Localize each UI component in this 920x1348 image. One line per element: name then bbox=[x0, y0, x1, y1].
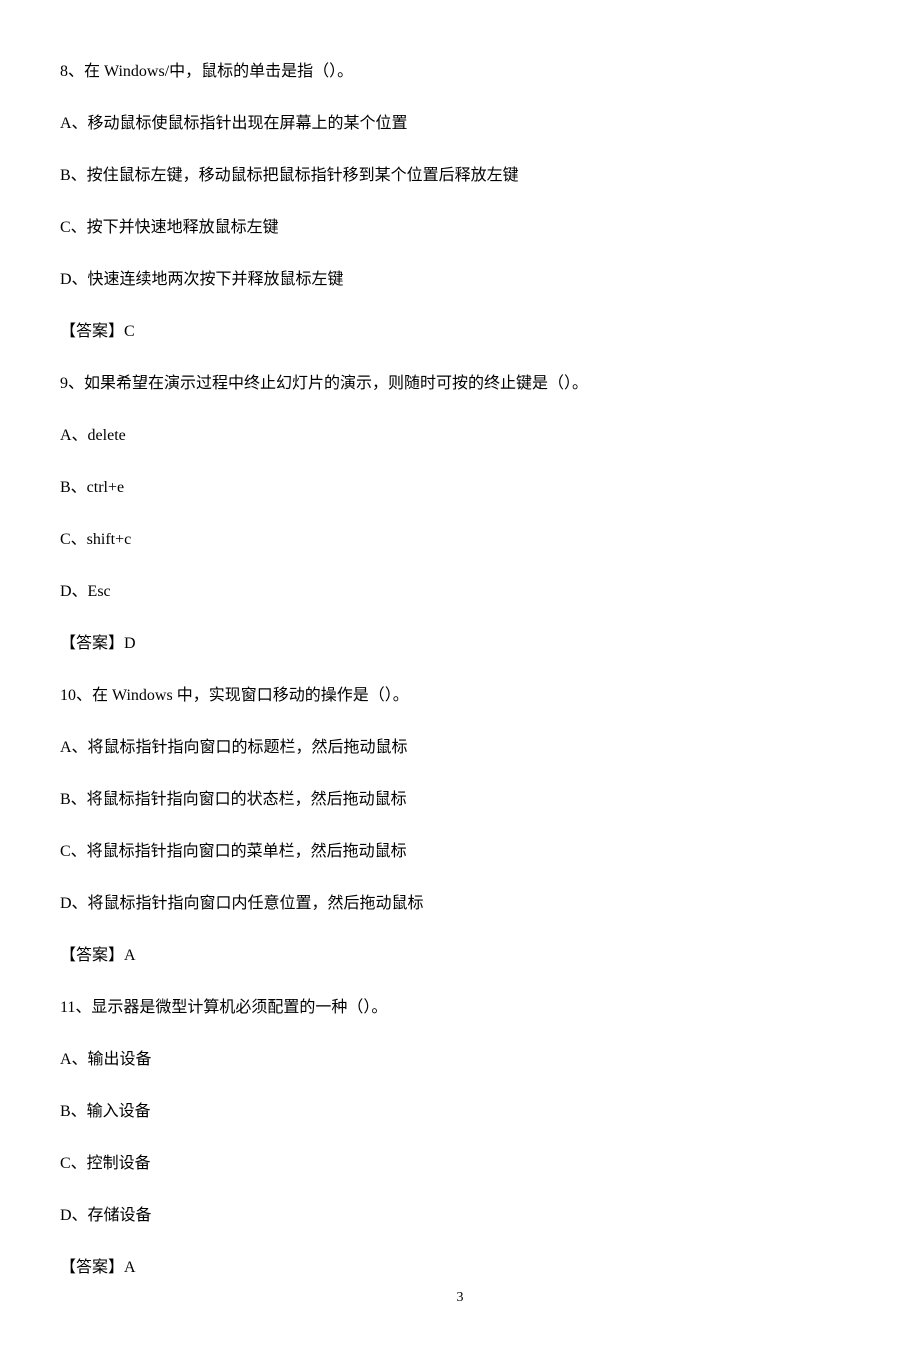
question-10-option-c: C、将鼠标指针指向窗口的菜单栏，然后拖动鼠标 bbox=[60, 840, 860, 864]
question-10-option-b: B、将鼠标指针指向窗口的状态栏，然后拖动鼠标 bbox=[60, 788, 860, 812]
question-8-option-c: C、按下并快速地释放鼠标左键 bbox=[60, 216, 860, 240]
question-11-option-a: A、输出设备 bbox=[60, 1048, 860, 1072]
question-11-option-b: B、输入设备 bbox=[60, 1100, 860, 1124]
question-8-option-b: B、按住鼠标左键，移动鼠标把鼠标指针移到某个位置后释放左键 bbox=[60, 164, 860, 188]
question-10-option-d: D、将鼠标指针指向窗口内任意位置，然后拖动鼠标 bbox=[60, 892, 860, 916]
question-11-option-c: C、控制设备 bbox=[60, 1152, 860, 1176]
question-9-option-a: A、delete bbox=[60, 424, 860, 448]
question-11-stem: 11、显示器是微型计算机必须配置的一种（）。 bbox=[60, 996, 860, 1020]
question-10-answer: 【答案】A bbox=[60, 944, 860, 968]
document-page: 8、在 Windows/中，鼠标的单击是指（）。 A、移动鼠标使鼠标指针出现在屏… bbox=[0, 0, 920, 1348]
question-9-answer: 【答案】D bbox=[60, 632, 860, 656]
question-10-option-a: A、将鼠标指针指向窗口的标题栏，然后拖动鼠标 bbox=[60, 736, 860, 760]
question-8-option-d: D、快速连续地两次按下并释放鼠标左键 bbox=[60, 268, 860, 292]
question-9-option-d: D、Esc bbox=[60, 580, 860, 604]
question-9-option-c: C、shift+c bbox=[60, 528, 860, 552]
page-number: 3 bbox=[0, 1287, 920, 1308]
question-9-stem: 9、如果希望在演示过程中终止幻灯片的演示，则随时可按的终止键是（）。 bbox=[60, 372, 860, 396]
question-8-answer: 【答案】C bbox=[60, 320, 860, 344]
question-10-stem: 10、在 Windows 中，实现窗口移动的操作是（）。 bbox=[60, 684, 860, 708]
question-11-option-d: D、存储设备 bbox=[60, 1204, 860, 1228]
question-8-stem: 8、在 Windows/中，鼠标的单击是指（）。 bbox=[60, 60, 860, 84]
question-9-option-b: B、ctrl+e bbox=[60, 476, 860, 500]
question-11-answer: 【答案】A bbox=[60, 1256, 860, 1280]
question-8-option-a: A、移动鼠标使鼠标指针出现在屏幕上的某个位置 bbox=[60, 112, 860, 136]
